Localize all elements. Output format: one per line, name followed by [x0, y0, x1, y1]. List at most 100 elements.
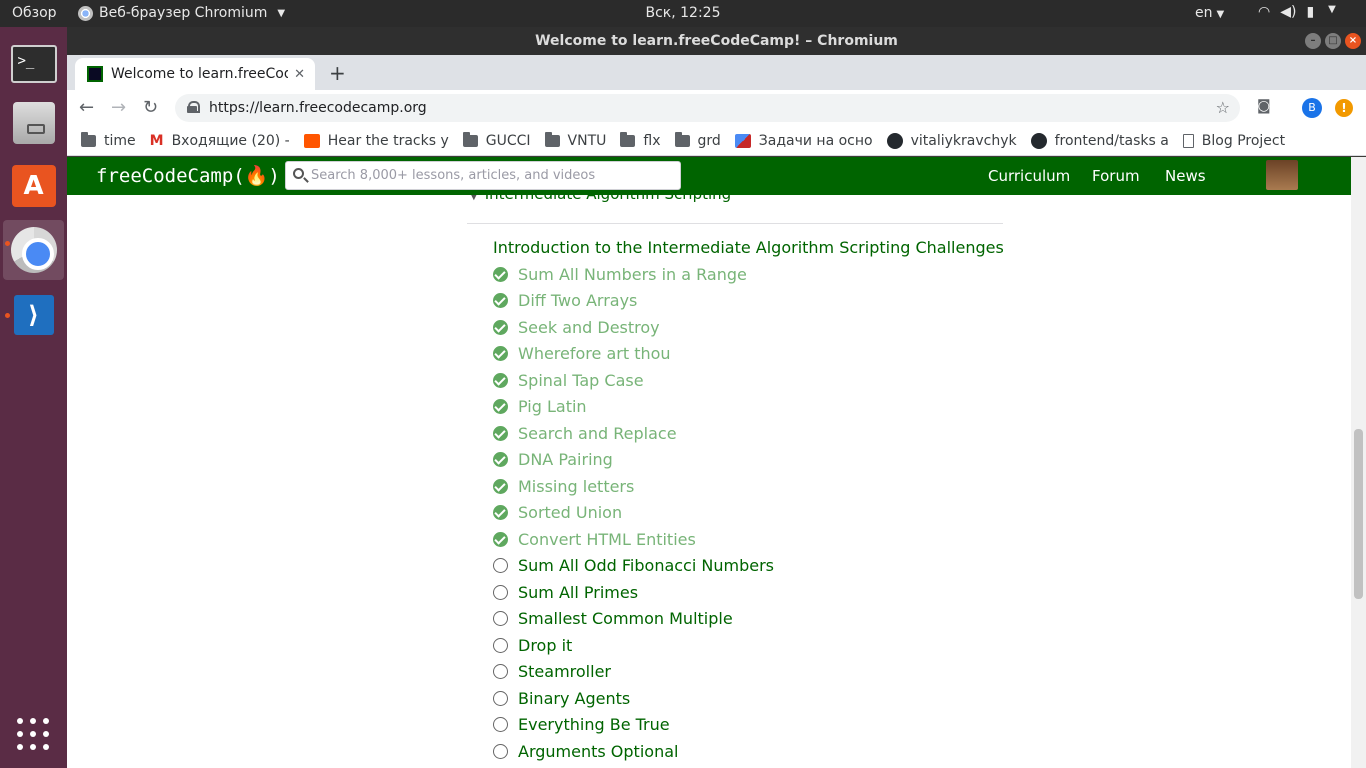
challenge-item[interactable]: DNA Pairing: [493, 447, 774, 474]
challenge-name: Sorted Union: [518, 503, 623, 523]
close-tab-icon[interactable]: ✕: [294, 67, 305, 82]
bookmark-item[interactable]: time: [81, 131, 136, 149]
check-circle-icon: [493, 293, 508, 309]
challenge-name: DNA Pairing: [518, 450, 613, 470]
bookmark-item[interactable]: VNTU: [544, 131, 606, 149]
challenge-name: Diff Two Arrays: [518, 291, 638, 311]
challenge-item[interactable]: Wherefore art thou: [493, 341, 774, 368]
challenge-name: Everything Be True: [518, 715, 670, 735]
challenge-item[interactable]: Steamroller: [493, 659, 774, 686]
bookmark-item[interactable]: grd: [674, 131, 721, 149]
empty-circle-icon: [493, 743, 508, 759]
challenge-item[interactable]: Everything Be True: [493, 712, 774, 739]
fcc-favicon-icon: [87, 66, 103, 82]
github-icon: [886, 132, 903, 149]
scrollbar-thumb[interactable]: [1354, 429, 1363, 599]
intro-challenge-link[interactable]: Introduction to the Intermediate Algorit…: [493, 238, 1004, 257]
check-circle-icon: [493, 452, 508, 468]
bookmark-item[interactable]: GUCCI: [462, 131, 531, 149]
dock-show-applications[interactable]: [3, 705, 64, 765]
minimize-button[interactable]: –: [1305, 33, 1321, 49]
fcc-logo[interactable]: freeCodeCamp(🔥): [96, 164, 280, 187]
browser-tab[interactable]: Welcome to learn.freeCodeCamp! ✕: [75, 58, 315, 90]
challenge-item[interactable]: Sum All Primes: [493, 579, 774, 606]
check-circle-icon: [493, 266, 508, 282]
keyboard-layout-indicator[interactable]: en ▼: [1195, 5, 1224, 21]
new-tab-button[interactable]: +: [329, 61, 346, 85]
empty-circle-icon: [493, 690, 508, 706]
bookmark-item[interactable]: Hear the tracks y: [303, 133, 449, 149]
nav-curriculum-link[interactable]: Curriculum: [988, 167, 1070, 185]
vscode-icon: ⟩: [13, 295, 54, 335]
challenge-name: Search and Replace: [518, 423, 677, 443]
nav-forum-link[interactable]: Forum: [1092, 167, 1140, 185]
bookmark-item[interactable]: Blog Project: [1182, 133, 1285, 149]
challenge-name: Smallest Common Multiple: [518, 609, 733, 629]
maximize-button[interactable]: □: [1325, 33, 1341, 49]
challenge-name: Seek and Destroy: [518, 317, 660, 337]
tab-title: Welcome to learn.freeCodeCamp!: [111, 66, 288, 82]
user-avatar[interactable]: [1266, 160, 1298, 190]
challenge-item[interactable]: Search and Replace: [493, 420, 774, 447]
bookmark-item[interactable]: flx: [620, 131, 661, 149]
bookmark-item[interactable]: M Входящие (20) -: [150, 133, 290, 149]
activities-button[interactable]: Обзор: [12, 5, 57, 21]
window-title-bar[interactable]: Welcome to learn.freeCodeCamp! – Chromiu…: [67, 27, 1366, 55]
url-text: https://learn.freecodecamp.org: [209, 100, 427, 116]
challenge-item[interactable]: Missing letters: [493, 473, 774, 500]
challenge-item[interactable]: Pig Latin: [493, 394, 774, 421]
fcc-search-input[interactable]: Search 8,000+ lessons, articles, and vid…: [285, 161, 681, 190]
dock-terminal[interactable]: >_: [3, 34, 64, 94]
close-window-button[interactable]: ×: [1345, 33, 1361, 49]
challenge-name: Convert HTML Entities: [518, 529, 696, 549]
empty-circle-icon: [493, 611, 508, 627]
system-tray[interactable]: ◠ ◀) ▮ ▼: [1258, 4, 1336, 20]
check-circle-icon: [493, 505, 508, 521]
running-indicator: [5, 241, 10, 246]
clock[interactable]: Вск, 12:25: [645, 5, 720, 21]
app-menu[interactable]: Веб-браузер Chromium ▼: [78, 5, 285, 21]
dock-files[interactable]: [3, 93, 64, 153]
empty-circle-icon: [493, 637, 508, 653]
document-icon: [1182, 133, 1194, 148]
challenge-list: Sum All Numbers in a Range Diff Two Array…: [493, 261, 774, 765]
challenge-item[interactable]: Sum All Numbers in a Range: [493, 261, 774, 288]
dock-software-center[interactable]: A: [3, 156, 64, 216]
camera-icon[interactable]: ◙: [1257, 98, 1271, 114]
reload-button[interactable]: ↻: [143, 97, 158, 118]
chromium-small-icon: [78, 5, 93, 21]
challenge-item[interactable]: Spinal Tap Case: [493, 367, 774, 394]
challenge-item[interactable]: Diff Two Arrays: [493, 288, 774, 315]
bookmark-star-icon[interactable]: ☆: [1216, 94, 1230, 122]
gmail-icon: M: [149, 132, 164, 149]
profile-avatar[interactable]: B: [1302, 98, 1322, 118]
challenge-item[interactable]: Drop it: [493, 632, 774, 659]
check-circle-icon: [493, 372, 508, 388]
running-indicator: [5, 313, 10, 318]
battery-icon: ▮: [1306, 4, 1315, 20]
back-button[interactable]: ←: [79, 97, 94, 118]
challenge-item[interactable]: Convert HTML Entities: [493, 526, 774, 553]
challenge-name: Arguments Optional: [518, 741, 679, 761]
challenge-item[interactable]: Seek and Destroy: [493, 314, 774, 341]
bookmark-item[interactable]: vitaliykravchyk: [886, 132, 1017, 149]
bookmark-item[interactable]: frontend/tasks a: [1030, 132, 1169, 149]
folder-icon: [544, 131, 560, 147]
update-alert-icon[interactable]: !: [1335, 99, 1353, 117]
challenge-item[interactable]: Arguments Optional: [493, 738, 774, 765]
dock-chromium[interactable]: [3, 220, 64, 280]
challenge-name: Missing letters: [518, 476, 635, 496]
challenge-name: Pig Latin: [518, 397, 587, 417]
search-icon: [293, 168, 304, 179]
challenge-item[interactable]: Sum All Odd Fibonacci Numbers: [493, 553, 774, 580]
bookmark-item[interactable]: Задачи на осно: [734, 133, 873, 149]
challenge-item[interactable]: Sorted Union: [493, 500, 774, 527]
dock-vscode[interactable]: ⟩: [3, 285, 64, 345]
empty-circle-icon: [493, 558, 508, 574]
address-bar[interactable]: https://learn.freecodecamp.org ☆: [175, 94, 1240, 122]
challenge-item[interactable]: Smallest Common Multiple: [493, 606, 774, 633]
challenge-item[interactable]: Binary Agents: [493, 685, 774, 712]
folder-icon: [81, 131, 96, 147]
nav-news-link[interactable]: News: [1165, 167, 1206, 185]
forward-button[interactable]: →: [111, 97, 126, 118]
